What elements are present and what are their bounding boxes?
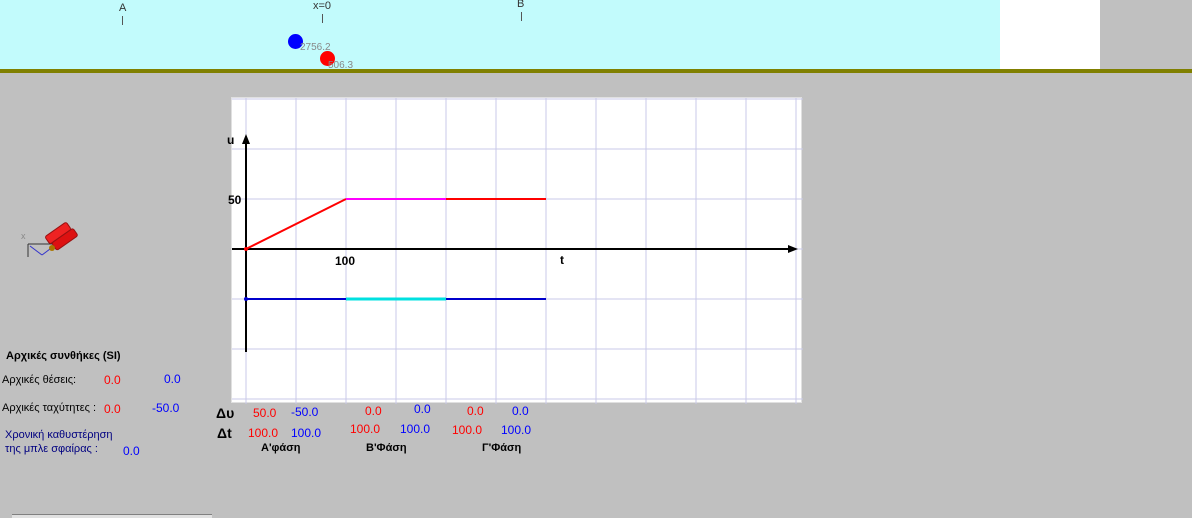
initial-velocity-blue[interactable]: -50.0 [152,401,179,415]
marker-origin-label: x=0 [313,0,332,12]
marker-a-label: A [119,2,127,14]
phase-b-dv-red[interactable]: 0.0 [365,404,382,418]
phase-b-dt-red[interactable]: 100.0 [350,422,380,436]
phase-a-dt-red[interactable]: 100.0 [248,426,278,440]
graph-canvas [232,98,803,404]
track-end-area [1000,0,1100,70]
initial-conditions-header: Αρχικές συνθήκες (SI) [6,350,121,362]
bottom-panel-edge [12,514,212,518]
series-1-start-point [244,297,248,301]
phase-c-dv-blue[interactable]: 0.0 [512,404,529,418]
phase-a-dt-blue[interactable]: 100.0 [291,426,321,440]
y-axis-label: u [227,133,235,147]
marker-b-label: B [517,0,525,10]
phase-b-dv-blue[interactable]: 0.0 [414,402,431,416]
x-axis-label: t [560,253,564,267]
delay-label-line2: της μπλε σφαίρας : [5,443,98,455]
initial-positions-label: Αρχικές θέσεις: [2,374,77,386]
blue-delay-value[interactable]: 0.0 [123,444,140,458]
initial-position-blue[interactable]: 0.0 [164,372,181,386]
shooting-cannon-icon[interactable]: x [20,212,80,262]
icon-axis-letter: x [21,231,26,241]
y-tick-label: 50 [228,193,242,207]
phase-c-dt-blue[interactable]: 100.0 [501,423,531,437]
series-0-start-point [244,247,248,251]
phase-b-dt-blue[interactable]: 100.0 [400,422,430,436]
ground-line [0,69,1192,73]
phase-a-dv-red[interactable]: 50.0 [253,406,276,420]
initial-velocity-red[interactable]: 0.0 [104,402,121,416]
initial-velocities-label: Αρχικές ταχύτητες : [2,402,97,414]
y-axis-arrow [242,134,250,144]
marker-a-tick [122,16,123,25]
phase-c-dt-red[interactable]: 100.0 [452,423,482,437]
delta-v-symbol: Δυ [216,405,235,421]
x-tick-label: 100 [335,254,356,268]
phase-a-dv-blue[interactable]: -50.0 [291,405,318,419]
marker-b-tick [521,12,522,21]
phase-b-label: Β'Φάση [366,442,407,454]
phase-a-label: Α'φάση [261,442,301,454]
phase-c-dv-red[interactable]: 0.0 [467,404,484,418]
red-ball-position-label: 506.3 [328,60,354,71]
initial-position-red[interactable]: 0.0 [104,373,121,387]
delay-label-line1: Χρονική καθυστέρηση [5,429,113,441]
motion-track [0,0,1000,70]
marker-origin-tick [322,14,323,23]
delta-t-symbol: Δt [217,425,232,441]
phase-c-label: Γ'Φάση [482,442,522,454]
velocity-time-graph [231,97,803,404]
